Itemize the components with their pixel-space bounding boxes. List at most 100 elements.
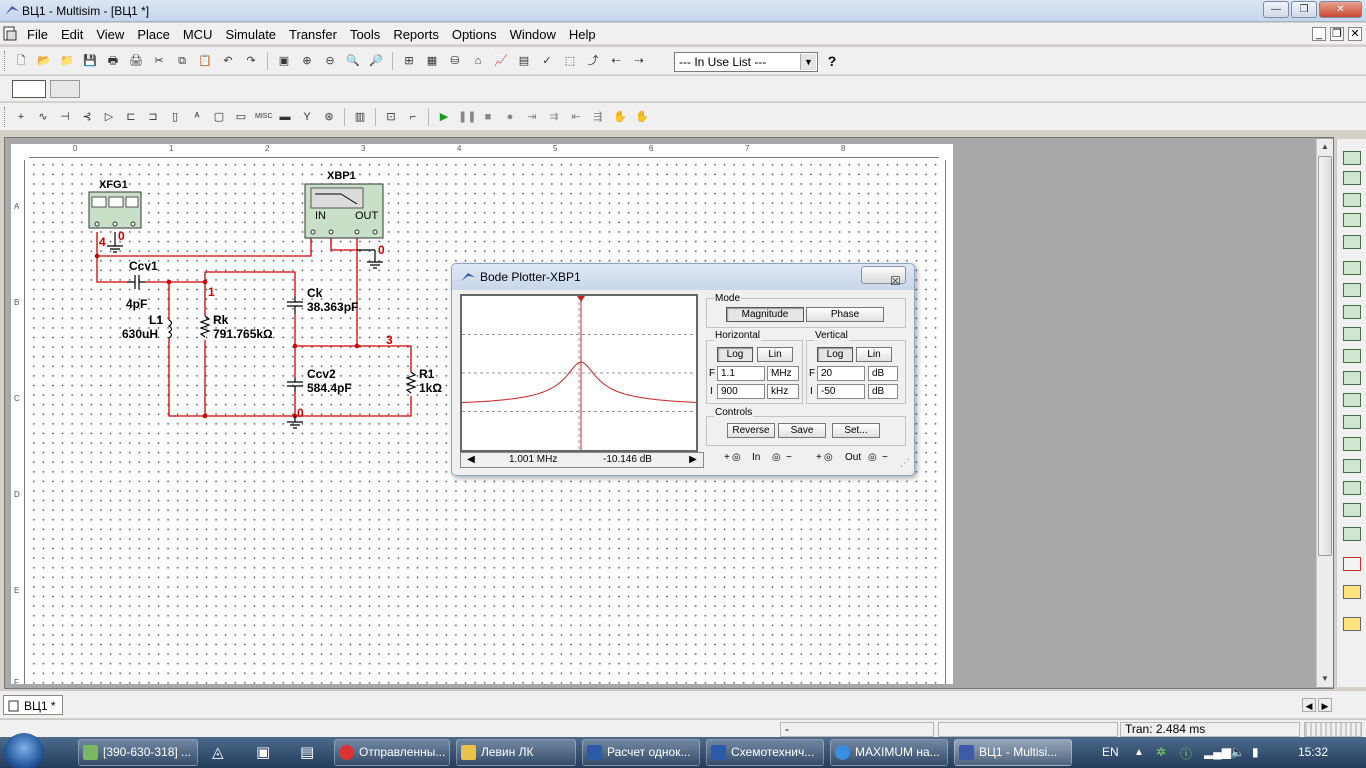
clock[interactable]: 15:32: [1298, 745, 1328, 759]
tab-vc1[interactable]: ВЦ1 *: [3, 695, 63, 715]
language-indicator[interactable]: EN: [1102, 745, 1119, 759]
agilent-oscilloscope-icon[interactable]: [1343, 503, 1361, 517]
open-icon[interactable]: 📂: [35, 52, 53, 70]
volume-icon[interactable]: 🔈: [1230, 745, 1245, 759]
spreadsheet-icon[interactable]: ▦: [423, 52, 441, 70]
bode-plotter-icon[interactable]: [1343, 261, 1361, 275]
tray-info-icon[interactable]: ⓘ: [1180, 745, 1192, 762]
toggle-fullscreen-icon[interactable]: ▣: [275, 52, 293, 70]
place-source-icon[interactable]: +: [12, 108, 30, 126]
taskbar-item[interactable]: Отправленны...: [334, 739, 450, 766]
zoom-in-icon[interactable]: ⊕: [298, 52, 316, 70]
start-button[interactable]: [4, 733, 44, 768]
breadboard-view-icon[interactable]: [12, 80, 46, 98]
mdi-close-button[interactable]: ✕: [1348, 27, 1362, 41]
help-button[interactable]: ?: [823, 53, 841, 71]
copy-icon[interactable]: ⧉: [173, 52, 191, 70]
tray-expand-icon[interactable]: ▲: [1134, 747, 1144, 758]
menu-edit[interactable]: Edit: [61, 27, 89, 42]
place-basic-icon[interactable]: ∿: [34, 108, 52, 126]
place-transistor-icon[interactable]: ⊰: [78, 108, 96, 126]
place-diode-icon[interactable]: ⊣: [56, 108, 74, 126]
tektronix-oscilloscope-icon[interactable]: [1343, 527, 1361, 541]
forward-annotate-icon[interactable]: ⇢: [630, 52, 648, 70]
cursor-right-arrow-icon[interactable]: ▶: [685, 454, 701, 466]
capture-area-icon[interactable]: ⬚: [561, 52, 579, 70]
menu-transfer[interactable]: Transfer: [289, 27, 343, 42]
zoom-fit-icon[interactable]: 🔎: [367, 52, 385, 70]
save-button[interactable]: Save: [778, 423, 826, 438]
vertical-initial-unit-field[interactable]: dB: [868, 384, 898, 399]
bode-title-bar[interactable]: Bode Plotter-XBP1 ☒: [452, 264, 914, 290]
frequency-counter-icon[interactable]: [1343, 283, 1361, 297]
step-over-icon[interactable]: ⇉: [545, 108, 563, 126]
agilent-generator-icon[interactable]: [1343, 459, 1361, 473]
app-icon[interactable]: ◬: [212, 743, 224, 761]
magnitude-button[interactable]: Magnitude: [726, 307, 804, 322]
spectrum-analyzer-icon[interactable]: [1343, 415, 1361, 429]
menu-tools[interactable]: Tools: [350, 27, 386, 42]
vertical-scrollbar[interactable]: ▲ ▼: [1316, 139, 1333, 687]
pause-icon[interactable]: ❚❚: [457, 108, 476, 126]
place-ttl-icon[interactable]: ⊏: [122, 108, 140, 126]
run-icon[interactable]: ▶: [435, 108, 453, 126]
run-to-cursor-icon[interactable]: ⇶: [589, 108, 607, 126]
function-generator-xfg1[interactable]: [88, 191, 142, 229]
four-channel-oscilloscope-icon[interactable]: [1343, 235, 1361, 249]
vertical-log-button[interactable]: Log: [817, 347, 853, 362]
power-icon[interactable]: ▮: [1252, 745, 1259, 759]
zoom-area-icon[interactable]: 🔍: [344, 52, 362, 70]
iv-analyzer-icon[interactable]: [1343, 371, 1361, 385]
tray-app-icon[interactable]: ✲: [1156, 745, 1166, 759]
vertical-initial-value-field[interactable]: -50: [817, 384, 865, 399]
scroll-up-arrow-icon[interactable]: ▲: [1318, 140, 1332, 154]
logic-converter-icon[interactable]: [1343, 349, 1361, 363]
postprocessor-icon[interactable]: ▤: [515, 52, 533, 70]
place-mcu-icon[interactable]: ▥: [351, 108, 369, 126]
menu-help[interactable]: Help: [569, 27, 602, 42]
stop-icon[interactable]: ■: [479, 108, 497, 126]
agilent-multimeter-icon[interactable]: [1343, 481, 1361, 495]
menu-window[interactable]: Window: [510, 27, 562, 42]
scroll-right-arrow-icon[interactable]: ▶: [1318, 698, 1332, 712]
menu-file[interactable]: File: [27, 27, 54, 42]
in-plus-terminal-icon[interactable]: ◎: [732, 452, 741, 463]
oscilloscope-icon[interactable]: [1343, 213, 1361, 227]
mdi-minimize-button[interactable]: _: [1312, 27, 1326, 41]
taskbar-item[interactable]: [390-630-318] ...: [78, 739, 198, 766]
menu-reports[interactable]: Reports: [393, 27, 445, 42]
cursor-left-arrow-icon[interactable]: ◀: [463, 454, 479, 466]
function-generator-icon[interactable]: [1343, 171, 1361, 185]
current-probe-icon[interactable]: [1343, 617, 1361, 631]
horizontal-final-unit-field[interactable]: MHz: [767, 366, 799, 381]
database-manager-icon[interactable]: ⛁: [446, 52, 464, 70]
open-samples-icon[interactable]: 📁: [58, 52, 76, 70]
place-bus-icon[interactable]: ⌐: [404, 108, 422, 126]
save-icon[interactable]: 💾: [81, 52, 99, 70]
maximize-button[interactable]: ❐: [1291, 1, 1317, 18]
taskbar-item[interactable]: Расчет однок...: [582, 739, 700, 766]
horizontal-log-button[interactable]: Log: [717, 347, 753, 362]
zoom-out-icon[interactable]: ⊖: [321, 52, 339, 70]
vertical-final-unit-field[interactable]: dB: [868, 366, 898, 381]
place-hierarchical-block-icon[interactable]: ⊡: [382, 108, 400, 126]
pcb-view-icon[interactable]: [50, 80, 80, 98]
document-icon[interactable]: [2, 26, 18, 42]
network-analyzer-icon[interactable]: [1343, 437, 1361, 451]
step-out-icon[interactable]: ⇤: [567, 108, 585, 126]
menu-simulate[interactable]: Simulate: [225, 27, 282, 42]
taskbar-item[interactable]: Схемотехнич...: [706, 739, 824, 766]
scroll-down-arrow-icon[interactable]: ▼: [1318, 672, 1332, 686]
horizontal-initial-unit-field[interactable]: kHz: [767, 384, 799, 399]
in-minus-terminal-icon[interactable]: ◎: [772, 452, 781, 463]
mdi-restore-button[interactable]: ❐: [1330, 27, 1344, 41]
out-minus-terminal-icon[interactable]: ◎: [868, 452, 877, 463]
menu-view[interactable]: View: [96, 27, 130, 42]
reverse-button[interactable]: Reverse: [727, 423, 775, 438]
scrollbar-thumb[interactable]: [1318, 156, 1332, 556]
place-rf-icon[interactable]: Y: [298, 108, 316, 126]
wattmeter-icon[interactable]: [1343, 193, 1361, 207]
place-power-icon[interactable]: ▭: [232, 108, 250, 126]
redo-icon[interactable]: ↷: [242, 52, 260, 70]
place-mixed-icon[interactable]: ᴬ: [188, 108, 206, 126]
